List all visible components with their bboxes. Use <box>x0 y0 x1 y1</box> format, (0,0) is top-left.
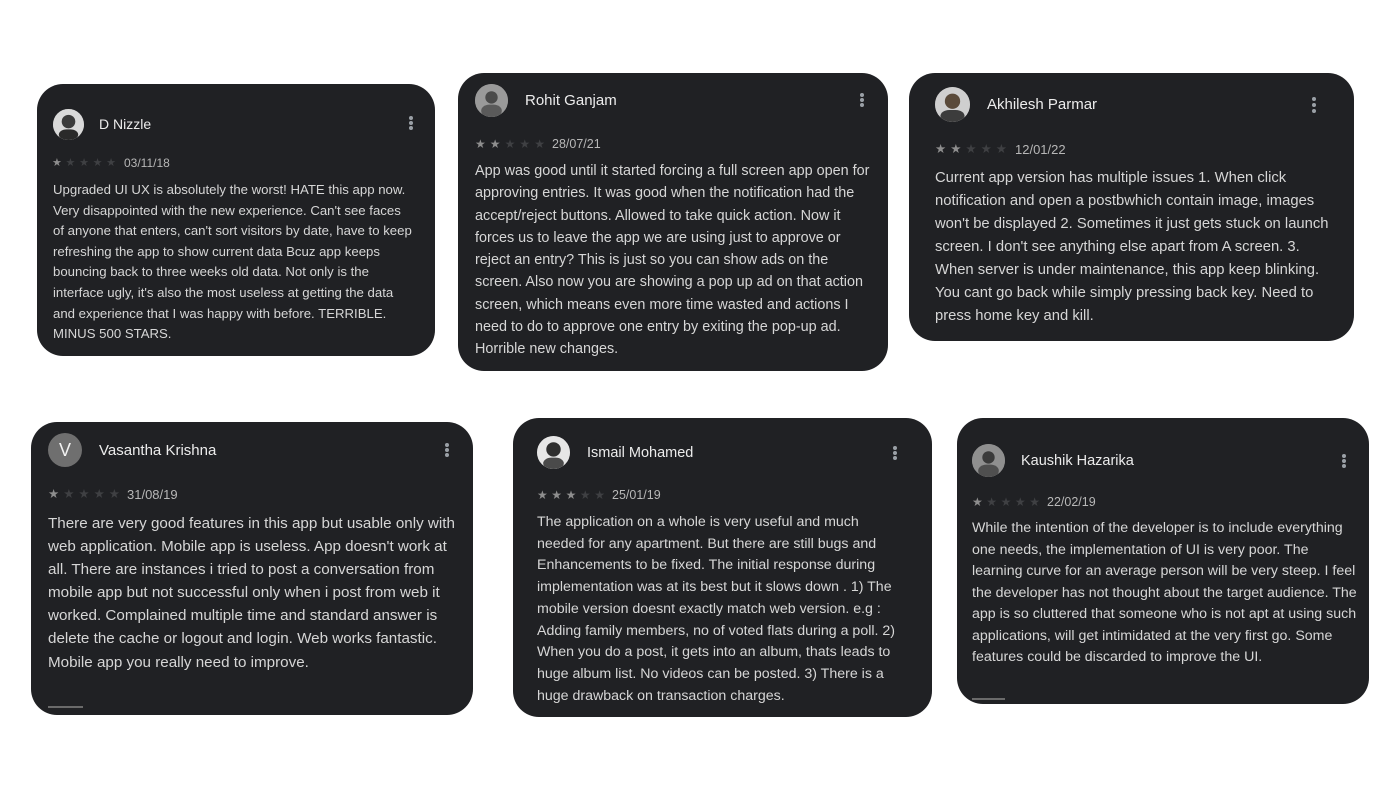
rating-row: ★ ★ ★ ★ ★ 25/01/19 <box>537 488 661 502</box>
star-filled-icon: ★ <box>52 156 62 169</box>
star-empty-icon: ★ <box>504 136 516 151</box>
reviewer-name: Ismail Mohamed <box>587 445 694 461</box>
star-empty-icon: ★ <box>108 487 120 502</box>
reviewer-avatar <box>972 444 1005 477</box>
star-filled-icon: ★ <box>551 488 563 502</box>
review-card: Rohit Ganjam ★ ★ ★ ★ ★ 28/07/21 App was good… <box>458 73 888 371</box>
star-filled-icon: ★ <box>475 136 486 151</box>
star-filled-icon: ★ <box>48 487 60 502</box>
review-text: The application on a whole is very usefu… <box>537 514 896 704</box>
reviewer-avatar <box>53 109 84 140</box>
reviewer-name: Kaushik Hazarika <box>1021 453 1134 469</box>
star-filled-icon: ★ <box>565 488 577 502</box>
review-text: App was good until it started forcing a … <box>475 163 870 358</box>
star-filled-icon: ★ <box>950 142 962 157</box>
more-options-icon[interactable] <box>408 116 414 130</box>
star-empty-icon: ★ <box>65 156 76 169</box>
star-rating: ★ ★ ★ ★ ★ <box>48 488 120 501</box>
review-text: Upgraded UI UX is absolutely the worst! … <box>53 182 412 342</box>
review-card: Kaushik Hazarika ★ ★ ★ ★ ★ 22/02/19 While th… <box>957 418 1369 704</box>
reviewer-name: Rohit Ganjam <box>525 92 617 109</box>
star-empty-icon: ★ <box>980 142 992 157</box>
review-date: 03/11/18 <box>124 156 170 170</box>
review-text: Current app version has multiple issues … <box>935 170 1329 324</box>
star-empty-icon: ★ <box>78 487 90 502</box>
star-filled-icon: ★ <box>972 495 983 509</box>
star-empty-icon: ★ <box>965 142 977 157</box>
star-empty-icon: ★ <box>594 488 605 502</box>
star-rating: ★ ★ ★ ★ ★ <box>475 138 545 150</box>
star-empty-icon: ★ <box>92 156 103 169</box>
more-options-icon[interactable] <box>444 443 450 457</box>
more-options-icon[interactable] <box>859 93 865 107</box>
star-empty-icon: ★ <box>63 487 75 502</box>
star-empty-icon: ★ <box>93 487 105 502</box>
rating-row: ★ ★ ★ ★ ★ 22/02/19 <box>972 495 1096 509</box>
star-empty-icon: ★ <box>79 156 89 169</box>
reviewer-name: Akhilesh Parmar <box>987 96 1098 113</box>
review-card: D Nizzle ★ ★ ★ ★ ★ 03/11/18 Upgraded UI UX i… <box>37 84 435 356</box>
star-empty-icon: ★ <box>519 136 531 151</box>
star-empty-icon: ★ <box>986 495 998 509</box>
reviewer-avatar <box>537 436 570 469</box>
reviewer-avatar: V <box>48 433 82 467</box>
star-empty-icon: ★ <box>1000 495 1012 509</box>
review-date: 25/01/19 <box>612 488 661 502</box>
star-filled-icon: ★ <box>489 136 501 151</box>
star-empty-icon: ★ <box>579 488 591 502</box>
reviewer-name: Vasantha Krishna <box>99 442 217 459</box>
scroll-indicator <box>48 706 83 708</box>
review-card: Ismail Mohamed ★ ★ ★ ★ ★ 25/01/19 The applic… <box>513 418 932 717</box>
star-filled-icon: ★ <box>537 488 548 502</box>
more-options-icon[interactable] <box>1341 454 1347 468</box>
star-rating: ★ ★ ★ ★ ★ <box>972 496 1040 508</box>
star-empty-icon: ★ <box>1014 495 1026 509</box>
review-card: Akhilesh Parmar ★ ★ ★ ★ ★ 12/01/22 Current a… <box>909 73 1354 341</box>
reviewer-avatar <box>935 87 970 122</box>
star-rating: ★ ★ ★ ★ ★ <box>52 156 116 169</box>
reviewer-avatar <box>475 84 508 117</box>
scroll-indicator <box>972 698 1005 700</box>
more-options-icon[interactable] <box>892 446 898 460</box>
rating-row: ★ ★ ★ ★ ★ 03/11/18 <box>52 156 170 170</box>
review-text: There are very good features in this app… <box>48 515 455 671</box>
rating-row: ★ ★ ★ ★ ★ 12/01/22 <box>935 142 1066 157</box>
review-text: While the intention of the developer is … <box>972 520 1357 665</box>
review-date: 22/02/19 <box>1047 495 1096 509</box>
review-date: 28/07/21 <box>552 136 601 151</box>
star-filled-icon: ★ <box>935 142 947 157</box>
star-empty-icon: ★ <box>995 142 1007 157</box>
rating-row: ★ ★ ★ ★ ★ 31/08/19 <box>48 487 178 502</box>
star-empty-icon: ★ <box>106 156 116 169</box>
more-options-icon[interactable] <box>1311 97 1317 113</box>
review-date: 31/08/19 <box>127 487 178 502</box>
review-card: V Vasantha Krishna ★ ★ ★ ★ ★ 31/08/19 There … <box>31 422 473 715</box>
review-date: 12/01/22 <box>1015 142 1066 157</box>
reviewer-name: D Nizzle <box>99 116 152 132</box>
star-rating: ★ ★ ★ ★ ★ <box>537 489 605 501</box>
rating-row: ★ ★ ★ ★ ★ 28/07/21 <box>475 136 601 151</box>
star-rating: ★ ★ ★ ★ ★ <box>935 143 1007 156</box>
star-empty-icon: ★ <box>534 136 545 151</box>
star-empty-icon: ★ <box>1029 495 1040 509</box>
